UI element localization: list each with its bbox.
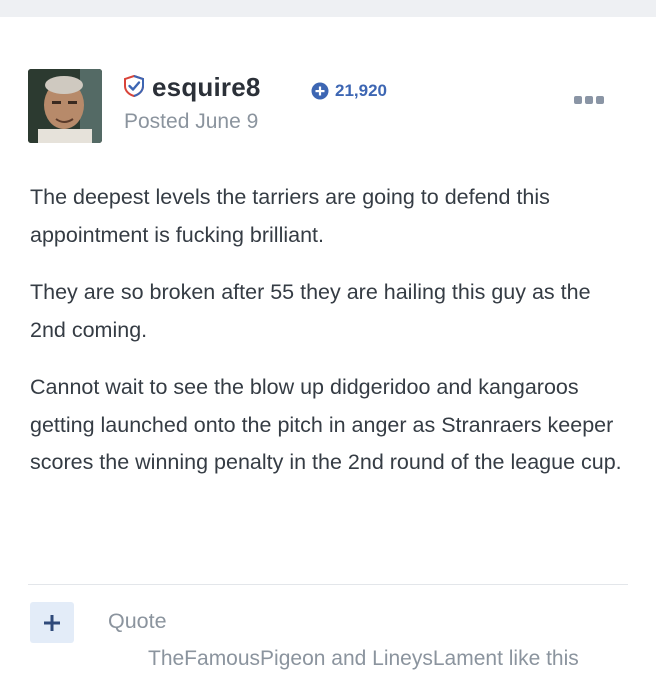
avatar[interactable] — [28, 69, 102, 143]
reaction-conjunction: and — [325, 647, 373, 670]
plus-icon — [44, 614, 60, 631]
reaction-suffix: like this — [502, 647, 579, 670]
post-paragraph: Cannot wait to see the blow up didgerido… — [30, 375, 622, 474]
reputation-count: 21,920 — [335, 81, 387, 100]
ellipsis-dot — [596, 96, 604, 104]
reputation-badge: 21,920 — [311, 80, 387, 102]
post-paragraph: They are so broken after 55 they are hai… — [30, 280, 591, 342]
author-name[interactable]: esquire8 — [152, 72, 261, 103]
post-paragraph: The deepest levels the tarriers are goin… — [30, 185, 550, 247]
reactions-summary: TheFamousPigeon and LineysLament like th… — [148, 647, 579, 671]
post-card: esquire8 21,920 Posted June 9 The deepes… — [0, 17, 656, 680]
more-options-button[interactable] — [574, 93, 608, 107]
reaction-user-link[interactable]: LineysLament — [372, 647, 503, 670]
verified-shield-icon — [124, 75, 144, 97]
ellipsis-icon — [574, 96, 582, 104]
ellipsis-dot — [585, 96, 593, 104]
plus-circle-icon — [311, 82, 329, 100]
quote-button[interactable]: Quote — [108, 609, 167, 634]
post-date[interactable]: Posted June 9 — [124, 110, 258, 134]
divider — [28, 584, 628, 585]
multiquote-button[interactable] — [30, 602, 74, 643]
avatar-image — [28, 69, 102, 143]
reaction-user-link[interactable]: TheFamousPigeon — [148, 647, 325, 670]
post-content: The deepest levels the tarriers are goin… — [30, 179, 630, 502]
